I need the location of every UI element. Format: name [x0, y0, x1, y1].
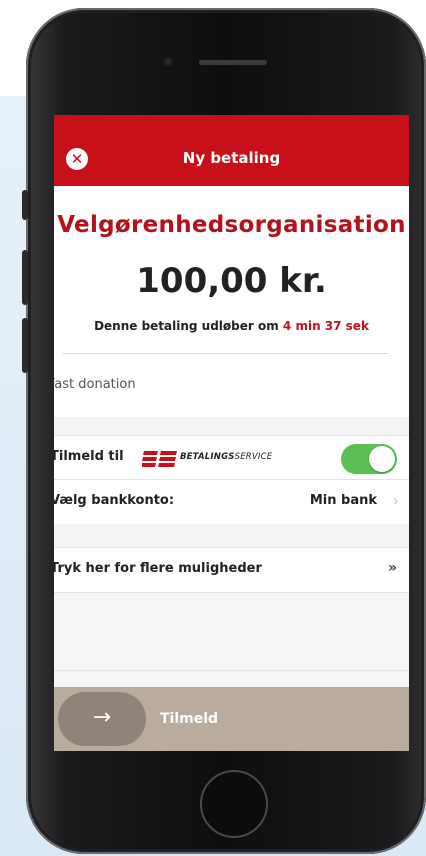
chevron-right-icon: › [392, 491, 399, 510]
title-bar: ✕ Ny betaling [54, 115, 409, 186]
home-button[interactable] [200, 770, 268, 838]
expiry-prefix: Denne betaling udløber om [94, 319, 279, 333]
volume-up-button [22, 250, 28, 305]
app-screen: ✕ Ny betaling Velgørenhedsorganisation 1… [54, 115, 409, 751]
double-chevron-down-icon: » [387, 560, 397, 576]
signup-row: Tilmeld til BETALINGSSERVICE [54, 435, 409, 480]
bank-account-label: Vælg bankkonto: [54, 493, 175, 508]
earpiece-speaker [199, 60, 267, 65]
betalingsservice-logo-icon [142, 451, 177, 467]
arrow-right-icon[interactable]: → [58, 692, 146, 746]
more-options-row[interactable]: Tryk her for flere muligheder » [54, 547, 409, 593]
recipient-name: Velgørenhedsorganisation [57, 212, 406, 238]
bottom-action-bar: → Tilmeld [54, 687, 409, 751]
divider [62, 353, 389, 354]
empty-area [54, 593, 409, 687]
payment-amount: 100,00 kr. [136, 261, 327, 301]
section-gap [54, 524, 409, 547]
front-camera [163, 57, 173, 67]
page-title: Ny betaling [182, 149, 281, 167]
bank-account-value: Min bank [309, 493, 377, 508]
signup-label: Tilmeld til [54, 449, 124, 464]
signup-toggle[interactable] [341, 444, 397, 474]
mute-switch [22, 190, 28, 220]
more-options-label: Tryk her for flere muligheder [54, 561, 262, 576]
divider [54, 670, 409, 671]
section-gap [54, 417, 409, 435]
bank-account-row[interactable]: Vælg bankkonto: Min bank › [54, 479, 409, 524]
toggle-knob [369, 446, 395, 472]
expiry-text: Denne betaling udløber om 4 min 37 sek [54, 319, 409, 333]
expiry-timer: 4 min 37 sek [282, 319, 369, 333]
betalingsservice-logo-text: BETALINGSSERVICE [180, 452, 273, 462]
submit-button-label[interactable]: Tilmeld [160, 711, 218, 727]
payment-description: Fast donation [54, 377, 136, 392]
volume-down-button [22, 318, 28, 373]
